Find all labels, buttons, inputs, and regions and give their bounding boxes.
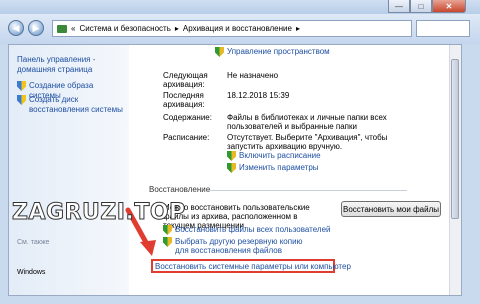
title-bar: — □ ✕ [0,0,480,14]
main-panel: Управление пространством Следующая архив… [129,45,451,295]
breadcrumb-system-security[interactable]: Система и безопасность [79,24,170,33]
shield-icon [227,163,236,173]
forward-button[interactable]: ▶ [28,20,44,36]
explorer-window: — □ ✕ ◀ ▶ « Система и безопасность ▸ Арх… [0,0,480,304]
section-divider [207,190,407,191]
shield-icon [17,95,26,105]
last-archive-value: 18.12.2018 15:39 [227,91,290,100]
maximize-button[interactable]: □ [410,0,432,13]
shield-icon [17,81,26,91]
sidebar-item-windows[interactable]: Windows [17,268,77,277]
last-archive-label: Последняя архивация: [163,91,205,109]
sidebar-home-link[interactable]: Панель управления - домашняя страница [17,55,125,75]
shield-icon [163,225,172,235]
content-area: Панель управления - домашняя страница Со… [8,44,462,296]
breadcrumb-backup-restore[interactable]: Архивация и восстановление [183,24,292,33]
watermark-logo: ZAGRUZI.TOP [12,200,186,226]
vertical-scrollbar[interactable] [449,45,461,295]
breadcrumb-separator[interactable]: ▸ [175,24,179,33]
restore-my-files-button[interactable]: Восстановить мои файлы [341,201,441,217]
restore-all-users-label: Восстановить файлы всех пользователей [175,225,331,234]
scrollbar-thumb[interactable] [451,59,459,219]
minimize-button[interactable]: — [388,0,410,13]
close-button[interactable]: ✕ [432,0,466,13]
restore-all-users-link[interactable]: Восстановить файлы всех пользователей [163,225,331,235]
next-archive-value: Не назначено [227,71,279,80]
enable-schedule-link[interactable]: Включить расписание [227,151,321,161]
schedule-value: Отсутствует. Выберите "Архивация", чтобы… [227,133,388,151]
restore-system-label: Восстановить системные параметры или ком… [155,262,351,271]
change-params-label: Изменить параметры [239,163,319,172]
sidebar-item-recovery-disc[interactable]: Создать диск восстановления системы [17,95,127,115]
manage-space-label: Управление пространством [227,47,330,56]
sidebar: Панель управления - домашняя страница Со… [9,45,129,295]
navigation-bar: ◀ ▶ « Система и безопасность ▸ Архивация… [0,14,480,44]
control-panel-icon [57,24,67,33]
sidebar-item-label: Windows [17,269,46,276]
contents-label: Содержание: [163,113,212,122]
shield-icon [227,151,236,161]
manage-space-link[interactable]: Управление пространством [215,47,330,57]
schedule-label: Расписание: [163,133,210,142]
breadcrumb-overflow[interactable]: « [71,24,75,33]
window-controls: — □ ✕ [388,0,466,14]
search-input[interactable] [416,20,470,37]
restore-section-title: Восстановление [149,185,211,194]
shield-icon [215,47,224,57]
enable-schedule-label: Включить расписание [239,151,321,160]
choose-other-backup-label: Выбрать другую резервную копию для восст… [175,237,303,255]
see-also-heading: См. также [17,239,50,246]
address-bar[interactable]: « Система и безопасность ▸ Архивация и в… [52,20,412,37]
choose-other-backup-link[interactable]: Выбрать другую резервную копию для восст… [163,237,313,255]
restore-system-link[interactable]: Восстановить системные параметры или ком… [155,262,351,271]
shield-icon [163,237,172,247]
breadcrumb-separator[interactable]: ▸ [296,24,300,33]
back-button[interactable]: ◀ [8,20,24,36]
sidebar-item-label: Создать диск восстановления системы [29,95,123,114]
next-archive-label: Следующая архивация: [163,71,208,89]
contents-value: Файлы в библиотеках и личные папки всех … [227,113,387,131]
change-params-link[interactable]: Изменить параметры [227,163,319,173]
